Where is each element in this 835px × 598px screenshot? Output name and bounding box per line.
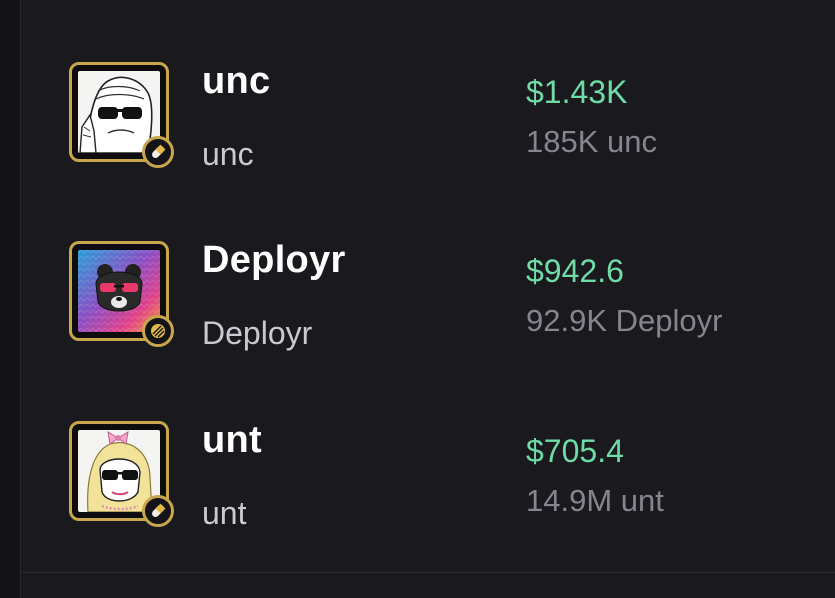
token-usd-value: $705.4 [526, 433, 624, 469]
token-balance: 14.9M unt [526, 483, 664, 518]
pill-icon [142, 136, 174, 168]
token-list-panel: unc unc $1.43K 185K unc Deployr Deployr … [0, 0, 835, 598]
token-symbol: Deployr [202, 315, 313, 351]
token-usd-value: $942.6 [526, 253, 624, 289]
token-name: unt [202, 419, 262, 461]
token-symbol: unt [202, 495, 247, 531]
token-symbol: unc [202, 136, 254, 172]
pill-icon [142, 495, 174, 527]
token-row-deployr[interactable]: Deployr Deployr $942.6 92.9K Deployr [20, 229, 835, 379]
list-bottom-divider [20, 572, 835, 573]
left-panel-edge [0, 0, 21, 598]
token-name: Deployr [202, 239, 346, 281]
token-usd-value: $1.43K [526, 74, 628, 110]
token-balance: 185K unc [526, 124, 657, 159]
token-name: unc [202, 60, 271, 102]
token-balance: 92.9K Deployr [526, 303, 723, 338]
token-row-unc[interactable]: unc unc $1.43K 185K unc [20, 50, 835, 200]
token-row-unt[interactable]: unt unt $705.4 14.9M unt [20, 409, 835, 559]
stripes-icon [142, 315, 174, 347]
